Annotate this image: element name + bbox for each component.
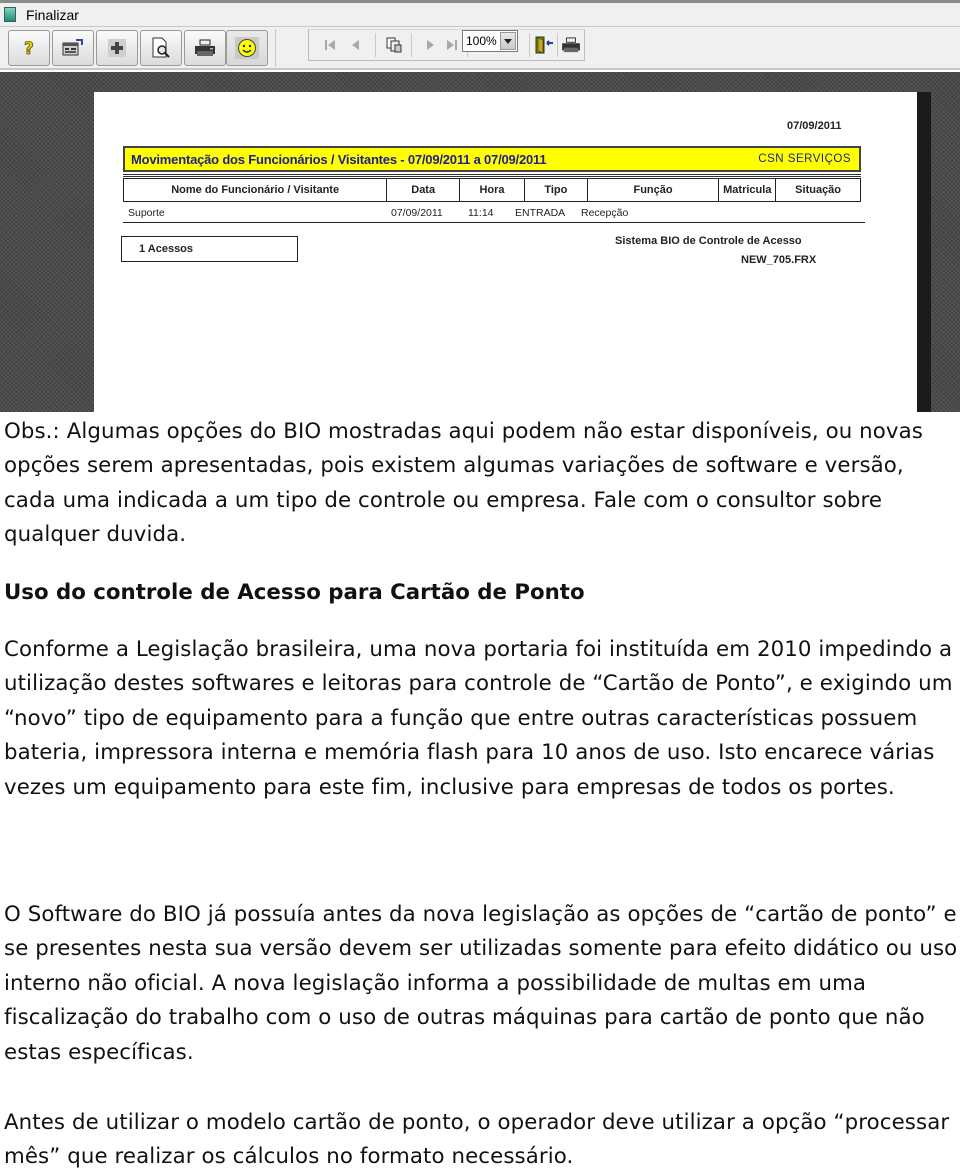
report-table-row: Suporte 07/09/2011 11:14 ENTRADA Recepçã… <box>123 203 865 223</box>
paragraph-process-month: Antes de utilizar o modelo cartão de pon… <box>4 1110 950 1170</box>
toolbar-separator <box>275 29 276 67</box>
plus-icon <box>111 42 123 54</box>
nav-print-button[interactable] <box>560 35 582 55</box>
nav-separator <box>529 33 530 57</box>
print-button[interactable] <box>184 30 226 66</box>
report-print-date: 07/09/2011 <box>787 120 842 132</box>
column-header-nome: Nome do Funcionário / Visitante <box>124 179 388 201</box>
help-button[interactable]: ? <box>8 30 50 66</box>
last-page-button[interactable] <box>441 35 463 55</box>
chevron-down-icon <box>504 38 512 44</box>
svg-text:?: ? <box>24 39 34 58</box>
zoom-level-value: 100% <box>466 34 497 48</box>
previous-page-icon <box>352 40 359 50</box>
report-system-name: Sistema BIO de Controle de Acesso <box>615 235 802 247</box>
column-header-hora: Hora <box>460 179 525 201</box>
next-page-button[interactable] <box>419 35 441 55</box>
next-page-icon <box>427 40 434 50</box>
nav-separator <box>411 33 412 57</box>
report-title-bar: Movimentação dos Funcionários / Visitant… <box>123 146 861 172</box>
exit-button[interactable] <box>533 35 555 55</box>
exit-door-icon <box>535 36 553 54</box>
cell-hora: 11:14 <box>468 207 494 219</box>
question-mark-icon: ? <box>24 39 35 58</box>
window-title: Finalizar <box>26 6 79 23</box>
report-title: Movimentação dos Funcionários / Visitant… <box>131 151 547 167</box>
cell-funcao: Recepção <box>581 207 629 219</box>
magnifier-document-icon <box>152 37 170 58</box>
report-company: CSN SERVIÇOS <box>758 153 851 165</box>
report-divider <box>123 174 861 177</box>
previous-page-button[interactable] <box>345 35 367 55</box>
page-shadow <box>917 92 931 412</box>
paragraph-software: O Software do BIO já possuía antes da no… <box>4 902 958 1065</box>
column-header-funcao: Função <box>588 179 720 201</box>
preview-button[interactable] <box>140 30 182 66</box>
smiley-button[interactable] <box>226 30 268 66</box>
multiple-pages-icon <box>386 37 402 53</box>
report-file-name: NEW_705.FRX <box>741 254 817 266</box>
zoom-level-select[interactable]: 100% <box>462 30 518 52</box>
cell-data: 07/09/2011 <box>391 207 443 219</box>
last-page-icon <box>447 40 457 50</box>
section-heading: Uso do controle de Acesso para Cartão de… <box>4 580 585 605</box>
nav-separator <box>375 33 376 57</box>
observation-paragraph: Obs.: Algumas opções do BIO mostradas aq… <box>4 419 923 548</box>
printer-icon <box>562 37 580 53</box>
navigation-toolbar <box>308 29 585 61</box>
nav-separator <box>557 33 558 57</box>
column-header-situacao: Situação <box>795 184 842 196</box>
cell-nome: Suporte <box>128 207 165 219</box>
properties-button[interactable] <box>52 30 94 66</box>
report-table-header: Nome do Funcionário / Visitante Data Hor… <box>123 178 861 202</box>
smiley-icon <box>238 39 256 57</box>
paragraph-legislation: Conforme a Legislação brasileira, uma no… <box>4 637 953 800</box>
report-total-accesses: 1 Acessos <box>121 236 298 262</box>
column-header-tipo: Tipo <box>525 179 588 201</box>
cell-tipo: ENTRADA <box>515 207 566 219</box>
toolbar: ? 100% <box>0 27 960 70</box>
printer-icon <box>195 39 215 56</box>
multiple-pages-button[interactable] <box>384 35 406 55</box>
zoom-dropdown-button[interactable] <box>500 32 516 50</box>
first-page-button[interactable] <box>319 35 341 55</box>
column-header-data: Data <box>387 179 461 201</box>
add-button[interactable] <box>96 30 138 66</box>
column-header-matricula: Matricula <box>719 179 777 201</box>
application-icon <box>4 7 16 22</box>
report-page: 07/09/2011 Movimentação dos Funcionários… <box>94 92 917 412</box>
window-title-bar: Finalizar <box>0 0 960 27</box>
window-properties-icon <box>62 39 83 56</box>
first-page-icon <box>325 40 335 50</box>
